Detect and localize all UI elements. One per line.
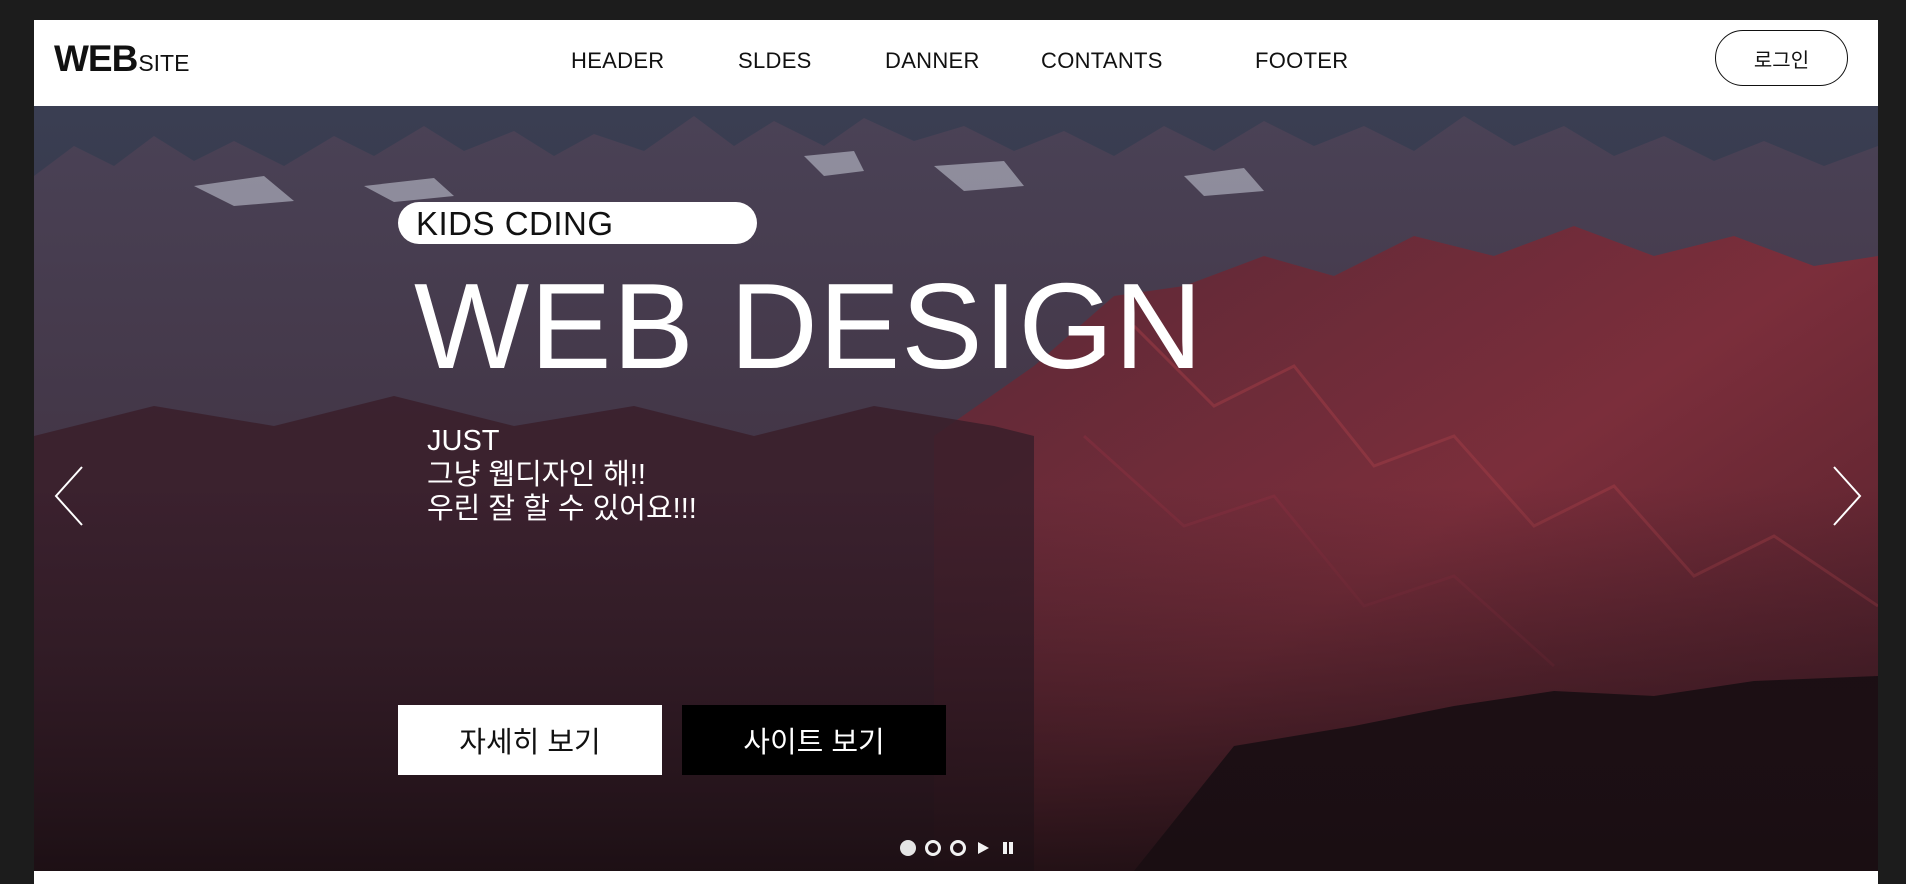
site-header: WEB SITE HEADER SLDES DANNER CONTANTS FO… [34,20,1878,106]
chevron-right-icon [1833,466,1862,526]
next-slide-button[interactable] [1826,461,1866,531]
slide-dot-3[interactable] [950,840,966,856]
hero-description: JUST 그냥 웹디자인 해!! 우린 잘 할 수 있어요!!! [427,424,697,526]
nav-item-contents[interactable]: CONTANTS [1041,44,1163,78]
hero-desc-line: JUST [427,425,500,457]
prev-slide-button[interactable] [50,461,90,531]
nav-item-banner[interactable]: DANNER [885,44,980,78]
slide-dot-1[interactable] [900,840,916,856]
site-logo[interactable]: WEB SITE [54,38,189,88]
logo-main-text: WEB [54,38,138,79]
pause-icon[interactable] [1000,840,1016,856]
view-details-button[interactable]: 자세히 보기 [398,705,662,775]
hero-background-image [34,106,1878,871]
hero-slider: KIDS CDING WEB DESIGN JUST 그냥 웹디자인 해!! 우… [34,106,1878,871]
chevron-left-icon [54,466,83,526]
hero-badge: KIDS CDING [398,202,757,244]
slider-controls [900,838,1016,858]
view-site-button[interactable]: 사이트 보기 [682,705,946,775]
hero-desc-line: 그냥 웹디자인 해!! [427,459,646,491]
hero-desc-line: 우린 잘 할 수 있어요!!! [427,493,697,525]
nav-item-slides[interactable]: SLDES [738,44,812,78]
nav-item-footer[interactable]: FOOTER [1255,44,1348,78]
hero-title: WEB DESIGN [414,258,1204,394]
play-icon[interactable] [975,840,991,856]
login-button[interactable]: 로그인 [1715,30,1848,86]
page-frame: WEB SITE HEADER SLDES DANNER CONTANTS FO… [34,20,1878,884]
content-section-top [34,871,1878,884]
nav-item-header[interactable]: HEADER [571,44,665,78]
slide-dot-2[interactable] [925,840,941,856]
logo-sub-text: SITE [138,50,190,76]
